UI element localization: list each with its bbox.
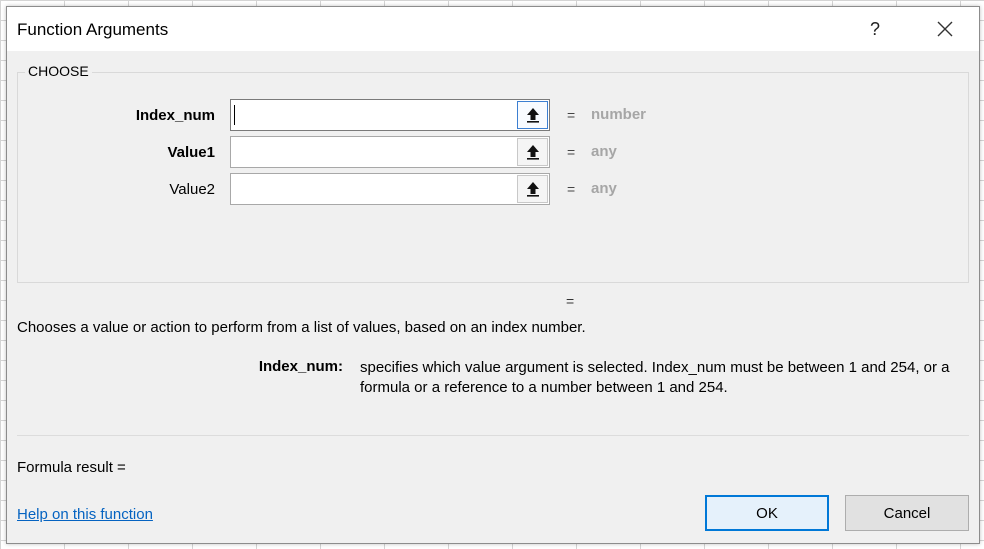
function-result-equals: = [566,293,575,309]
text-cursor [234,105,235,125]
arrow-up-icon [527,108,539,123]
argument-row-value1: Value1 = any [18,136,968,168]
help-button[interactable]: ? [859,13,891,45]
ok-button[interactable]: OK [705,495,829,531]
arrow-up-icon [527,145,539,160]
collapse-dialog-button-value2[interactable] [517,175,548,203]
dialog-title: Function Arguments [17,20,169,39]
arguments-group: CHOOSE Index_num = number Value1 = any V… [17,63,969,283]
argument-help-text: specifies which value argument is select… [360,359,950,396]
divider [17,435,969,436]
value1-input[interactable] [230,136,550,168]
close-icon [937,21,953,37]
function-name: CHOOSE [25,63,92,79]
formula-result: Formula result = [17,459,126,476]
function-description: Chooses a value or action to perform fro… [17,319,586,336]
function-arguments-dialog: Function Arguments ? CHOOSE Index_num = … [6,6,980,544]
argument-type: any [591,143,617,160]
argument-help-name: Index_num: [258,358,343,375]
equals-sign: = [567,181,576,197]
index-num-input[interactable] [230,99,550,131]
argument-label: Index_num [135,107,215,124]
help-on-function-link[interactable]: Help on this function [17,506,153,523]
close-button[interactable] [927,13,963,45]
argument-row-value2: Value2 = any [18,173,968,205]
argument-label: Value2 [169,181,215,198]
argument-label: Value1 [167,144,215,161]
equals-sign: = [567,107,576,123]
cancel-button[interactable]: Cancel [845,495,969,531]
collapse-dialog-button-value1[interactable] [517,138,548,166]
value2-input[interactable] [230,173,550,205]
argument-type: number [591,106,647,123]
argument-type: any [591,180,617,197]
argument-row-index-num: Index_num = number [18,99,968,131]
collapse-dialog-button-index-num[interactable] [517,101,548,129]
equals-sign: = [567,144,576,160]
title-bar: Function Arguments ? [7,7,979,51]
arrow-up-icon [527,182,539,197]
